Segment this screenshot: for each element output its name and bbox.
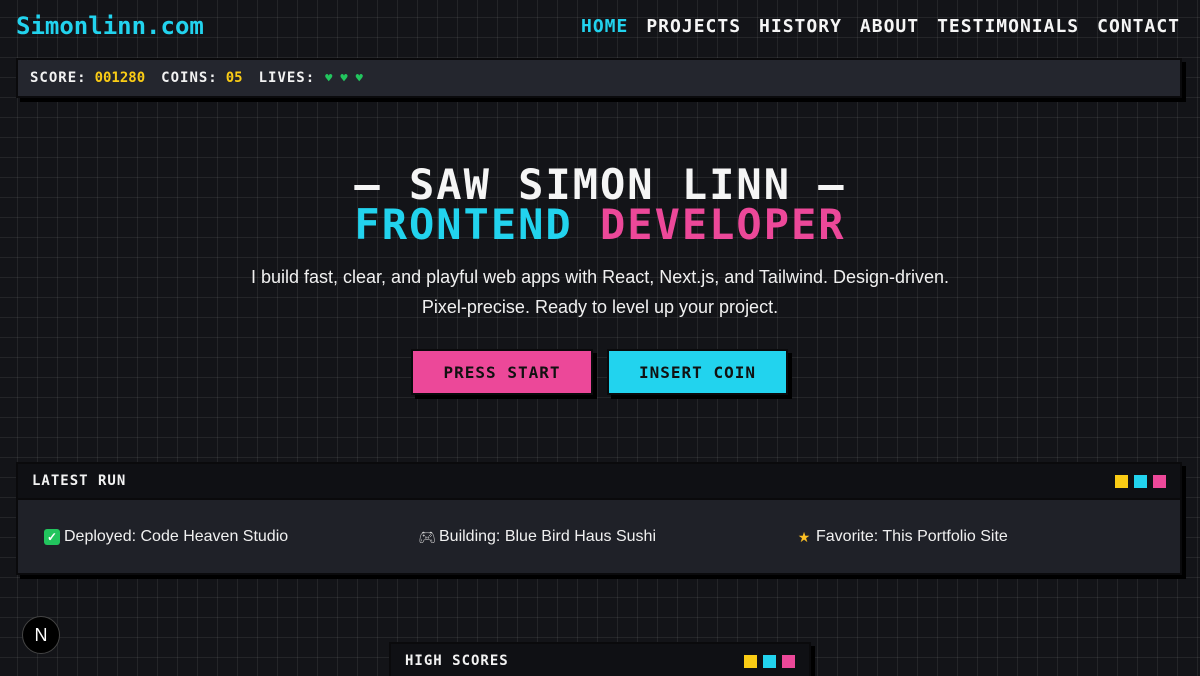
heart-icon: ♥: [355, 71, 371, 85]
game-hud: SCORE: 001280 COINS: 05 LIVES: ♥♥♥: [16, 58, 1182, 98]
coins-value: 05: [225, 70, 243, 86]
lives-display: LIVES: ♥♥♥: [259, 70, 371, 86]
hero-role: FRONTEND DEVELOPER: [0, 200, 1200, 249]
item-text: Favorite: This Portfolio Site: [816, 528, 1008, 545]
list-item: ✓ Deployed: Code Heaven Studio: [44, 528, 288, 546]
nav-home[interactable]: HOME: [581, 16, 628, 37]
score-display: SCORE: 001280: [30, 70, 145, 86]
window-squares: [744, 654, 795, 668]
latest-run-body: ✓ Deployed: Code Heaven Studio 🎮︎ Buildi…: [18, 500, 1180, 575]
next-dev-badge[interactable]: N: [22, 616, 60, 654]
cyan-square-icon: [1134, 474, 1147, 488]
latest-run-header: LATEST RUN: [18, 464, 1180, 500]
high-scores-header: HIGH SCORES: [391, 644, 809, 676]
press-start-button[interactable]: PRESS START: [411, 349, 593, 395]
hero-intro: I build fast, clear, and playful web app…: [200, 262, 1000, 322]
nav-contact[interactable]: CONTACT: [1097, 16, 1180, 37]
role-frontend: FRONTEND: [354, 200, 573, 249]
intro-line-1: I build fast, clear, and playful web app…: [250, 267, 950, 287]
yellow-square-icon: [744, 654, 757, 668]
nav-projects[interactable]: PROJECTS: [646, 16, 741, 37]
high-scores-panel: HIGH SCORES: [389, 642, 811, 676]
item-text: Deployed: Code Heaven Studio: [64, 528, 289, 545]
main-nav: HOME PROJECTS HISTORY ABOUT TESTIMONIALS…: [581, 16, 1180, 37]
latest-run-title: LATEST RUN: [32, 473, 127, 489]
pink-square-icon: [1153, 474, 1166, 488]
heart-icon: ♥: [340, 71, 356, 85]
intro-line-2: Pixel-precise. Ready to level up your pr…: [421, 297, 779, 317]
nav-about[interactable]: ABOUT: [860, 16, 919, 37]
lives-hearts: ♥♥♥: [325, 71, 371, 85]
nav-history[interactable]: HISTORY: [759, 16, 842, 37]
check-icon: ✓: [44, 529, 60, 545]
high-scores-title: HIGH SCORES: [405, 653, 509, 669]
insert-coin-button[interactable]: INSERT COIN: [607, 349, 788, 395]
role-developer: DEVELOPER: [600, 200, 846, 249]
site-logo[interactable]: Simonlinn.com: [16, 12, 204, 40]
pink-square-icon: [782, 654, 795, 668]
star-icon: ★: [797, 528, 811, 545]
window-squares: [1115, 474, 1166, 488]
list-item: ★ Favorite: This Portfolio Site: [796, 528, 1008, 546]
coins-label: COINS:: [161, 70, 218, 86]
coins-display: COINS: 05: [161, 70, 242, 86]
nav-testimonials[interactable]: TESTIMONIALS: [937, 16, 1079, 37]
lives-label: LIVES:: [258, 70, 316, 86]
score-value: 001280: [94, 70, 146, 86]
gamepad-icon: 🎮︎: [418, 528, 436, 545]
heart-icon: ♥: [325, 71, 341, 85]
yellow-square-icon: [1115, 474, 1128, 488]
latest-run-panel: LATEST RUN ✓ Deployed: Code Heaven Studi…: [16, 462, 1182, 575]
cyan-square-icon: [763, 654, 776, 668]
score-label: SCORE:: [30, 70, 87, 86]
site-header: Simonlinn.com HOME PROJECTS HISTORY ABOU…: [0, 0, 1200, 56]
item-text: Building: Blue Bird Haus Sushi: [439, 528, 657, 545]
list-item: 🎮︎ Building: Blue Bird Haus Sushi: [418, 528, 657, 546]
